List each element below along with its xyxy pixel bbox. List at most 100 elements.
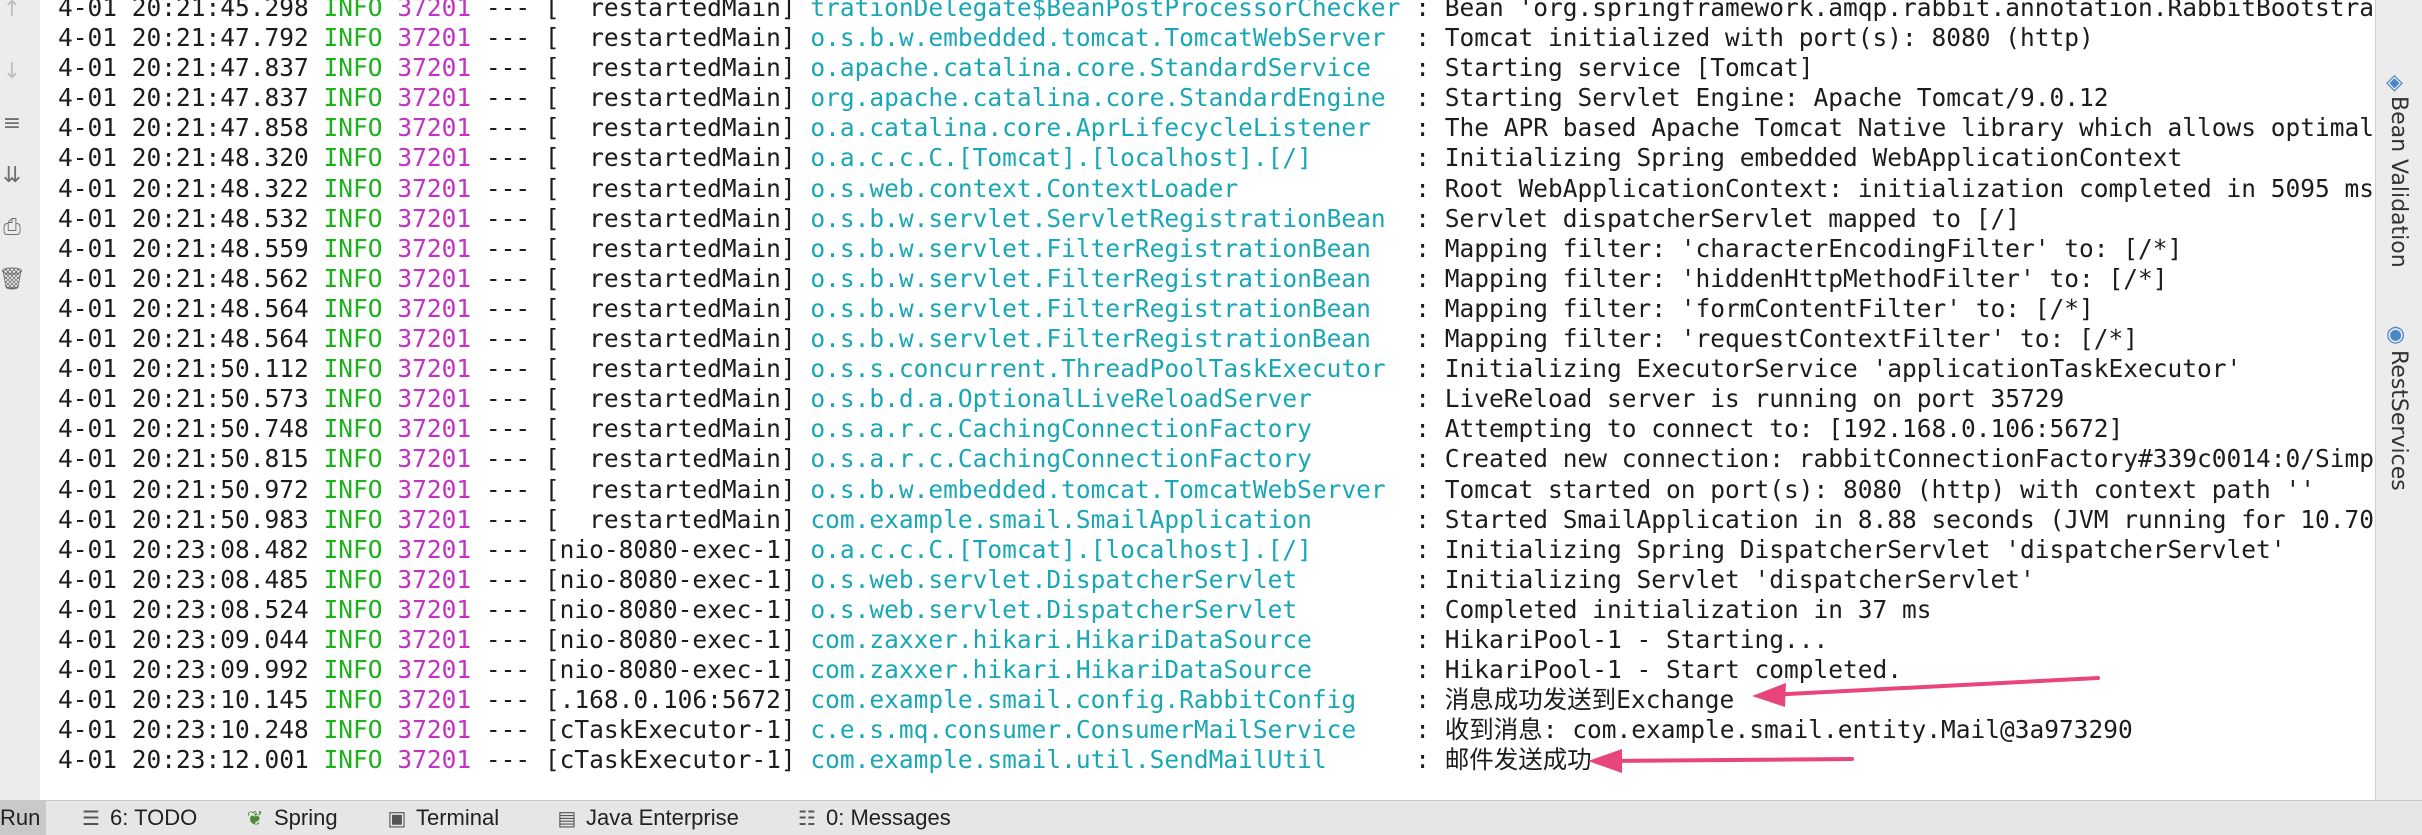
scroll-to-end-icon[interactable]: ⇊ xyxy=(0,160,24,190)
log-logger: o.s.b.w.servlet.ServletRegistrationBean xyxy=(810,203,1401,233)
log-logger: o.s.b.w.embedded.tomcat.TomcatWebServer xyxy=(810,474,1401,504)
log-pid: 37201 xyxy=(397,745,472,775)
log-line: 4-01 20:21:48.559 INFO 37201 --- [ resta… xyxy=(58,234,2375,264)
log-message: : Tomcat started on port(s): 8080 (http)… xyxy=(1415,474,2315,504)
log-message: : HikariPool-1 - Start completed. xyxy=(1415,655,1902,685)
run-console[interactable]: 4-01 20:21:45.298 INFO 37201 --- [ resta… xyxy=(40,0,2375,800)
print-icon[interactable]: ⎙ xyxy=(0,212,24,242)
right-tool-strip: ◈ Bean Validation ◉ RestServices xyxy=(2375,0,2422,800)
tab-run[interactable]: Run xyxy=(0,801,47,835)
log-line: 4-01 20:21:50.815 INFO 37201 --- [ resta… xyxy=(58,444,2375,474)
log-level: INFO xyxy=(323,504,383,534)
tab-java-enterprise[interactable]: ▤ Java Enterprise xyxy=(556,801,739,835)
log-timestamp: 4-01 20:21:48.559 xyxy=(58,233,309,263)
todo-list-icon: ☰ xyxy=(82,807,100,830)
log-separator: --- xyxy=(485,594,531,624)
log-line: 4-01 20:23:09.992 INFO 37201 --- [nio-80… xyxy=(58,655,2375,685)
log-logger: c.e.s.mq.consumer.ConsumerMailService xyxy=(810,715,1401,745)
log-message: : 消息成功发送到Exchange xyxy=(1415,685,1735,715)
log-message: : Started SmailApplication in 8.88 secon… xyxy=(1415,504,2375,534)
log-level: INFO xyxy=(323,474,383,504)
down-arrow-icon[interactable]: ↓ xyxy=(0,56,24,86)
log-message: : Mapping filter: 'hiddenHttpMethodFilte… xyxy=(1415,263,2168,293)
log-thread: [nio-8080-exec-1] xyxy=(544,624,796,654)
log-message: : Starting service [Tomcat] xyxy=(1415,53,1814,83)
log-level: INFO xyxy=(323,0,383,22)
tab-spring-label: Spring xyxy=(274,805,338,830)
log-timestamp: 4-01 20:21:48.564 xyxy=(58,324,309,354)
log-timestamp: 4-01 20:23:08.485 xyxy=(58,564,309,594)
log-line: 4-01 20:21:47.837 INFO 37201 --- [ resta… xyxy=(58,83,2375,113)
log-separator: --- xyxy=(485,474,531,504)
log-pid: 37201 xyxy=(397,263,472,293)
log-pid: 37201 xyxy=(397,685,472,715)
log-message: : 邮件发送成功 xyxy=(1415,745,1592,775)
log-separator: --- xyxy=(485,504,531,534)
log-separator: --- xyxy=(485,23,531,53)
log-level: INFO xyxy=(323,143,383,173)
log-pid: 37201 xyxy=(397,354,472,384)
tab-spring[interactable]: ❦ Spring xyxy=(244,801,338,835)
log-line: 4-01 20:23:08.485 INFO 37201 --- [nio-80… xyxy=(58,565,2375,595)
log-separator: --- xyxy=(485,173,531,203)
log-separator: --- xyxy=(485,324,531,354)
log-logger: o.s.b.w.servlet.FilterRegistrationBean xyxy=(810,293,1401,323)
log-thread: [ restartedMain] xyxy=(544,324,796,354)
log-line: 4-01 20:23:10.248 INFO 37201 --- [cTaskE… xyxy=(58,715,2375,745)
log-logger: o.s.b.w.servlet.FilterRegistrationBean xyxy=(810,324,1401,354)
log-logger: o.s.a.r.c.CachingConnectionFactory xyxy=(810,414,1401,444)
log-thread: [ restartedMain] xyxy=(544,474,796,504)
log-pid: 37201 xyxy=(397,534,472,564)
log-logger: com.zaxxer.hikari.HikariDataSource xyxy=(810,655,1401,685)
log-message: : Tomcat initialized with port(s): 8080 … xyxy=(1415,23,2094,53)
log-message: : The APR based Apache Tomcat Native lib… xyxy=(1415,113,2374,143)
log-logger: o.s.b.d.a.OptionalLiveReloadServer xyxy=(810,384,1401,414)
log-timestamp: 4-01 20:21:48.322 xyxy=(58,173,309,203)
log-level: INFO xyxy=(323,384,383,414)
log-message: : Root WebApplicationContext: initializa… xyxy=(1415,173,2374,203)
log-separator: --- xyxy=(485,384,531,414)
log-message: : Initializing Servlet 'dispatcherServle… xyxy=(1415,564,2035,594)
log-timestamp: 4-01 20:23:08.524 xyxy=(58,594,309,624)
log-line: 4-01 20:23:08.524 INFO 37201 --- [nio-80… xyxy=(58,595,2375,625)
log-output: 4-01 20:21:45.298 INFO 37201 --- [ resta… xyxy=(58,0,2375,775)
log-pid: 37201 xyxy=(397,23,472,53)
log-pid: 37201 xyxy=(397,293,472,323)
log-timestamp: 4-01 20:23:10.248 xyxy=(58,715,309,745)
log-timestamp: 4-01 20:21:47.792 xyxy=(58,23,309,53)
console-left-toolbar: ↑ ↓ ≡ ⇊ ⎙ 🗑 xyxy=(0,0,41,800)
log-timestamp: 4-01 20:23:08.482 xyxy=(58,534,309,564)
soft-wrap-icon[interactable]: ≡ xyxy=(0,108,24,138)
log-line: 4-01 20:21:48.532 INFO 37201 --- [ resta… xyxy=(58,204,2375,234)
tab-rest-services[interactable]: RestServices xyxy=(2386,350,2411,491)
log-message: : Bean 'org.springframework.amqp.rabbit.… xyxy=(1415,0,2375,22)
log-level: INFO xyxy=(323,293,383,323)
log-thread: [ restartedMain] xyxy=(544,504,796,534)
log-timestamp: 4-01 20:21:47.837 xyxy=(58,53,309,83)
log-level: INFO xyxy=(323,745,383,775)
log-timestamp: 4-01 20:23:12.001 xyxy=(58,745,309,775)
log-timestamp: 4-01 20:21:47.858 xyxy=(58,113,309,143)
tab-bean-validation[interactable]: Bean Validation xyxy=(2386,96,2411,268)
log-separator: --- xyxy=(485,233,531,263)
log-level: INFO xyxy=(323,564,383,594)
log-separator: --- xyxy=(485,624,531,654)
tab-messages[interactable]: ☷ 0: Messages xyxy=(796,801,951,835)
tab-todo[interactable]: ☰ 6: TODO xyxy=(80,801,197,835)
rest-services-icon[interactable]: ◉ xyxy=(2386,322,2405,347)
log-thread: [ restartedMain] xyxy=(544,143,796,173)
log-separator: --- xyxy=(485,564,531,594)
log-level: INFO xyxy=(323,173,383,203)
log-logger: trationDelegate$BeanPostProcessorChecker xyxy=(810,0,1401,22)
log-thread: [ restartedMain] xyxy=(544,233,796,263)
log-timestamp: 4-01 20:21:48.562 xyxy=(58,263,309,293)
tab-terminal[interactable]: ▣ Terminal xyxy=(386,801,500,835)
tab-todo-label: 6: TODO xyxy=(110,805,198,830)
log-thread: [ restartedMain] xyxy=(544,263,796,293)
bean-validation-icon[interactable]: ◈ xyxy=(2386,70,2403,95)
log-timestamp: 4-01 20:23:09.044 xyxy=(58,624,309,654)
up-arrow-icon[interactable]: ↑ xyxy=(0,0,24,24)
trash-icon[interactable]: 🗑 xyxy=(0,264,26,294)
log-thread: [ restartedMain] xyxy=(544,414,796,444)
log-level: INFO xyxy=(323,354,383,384)
